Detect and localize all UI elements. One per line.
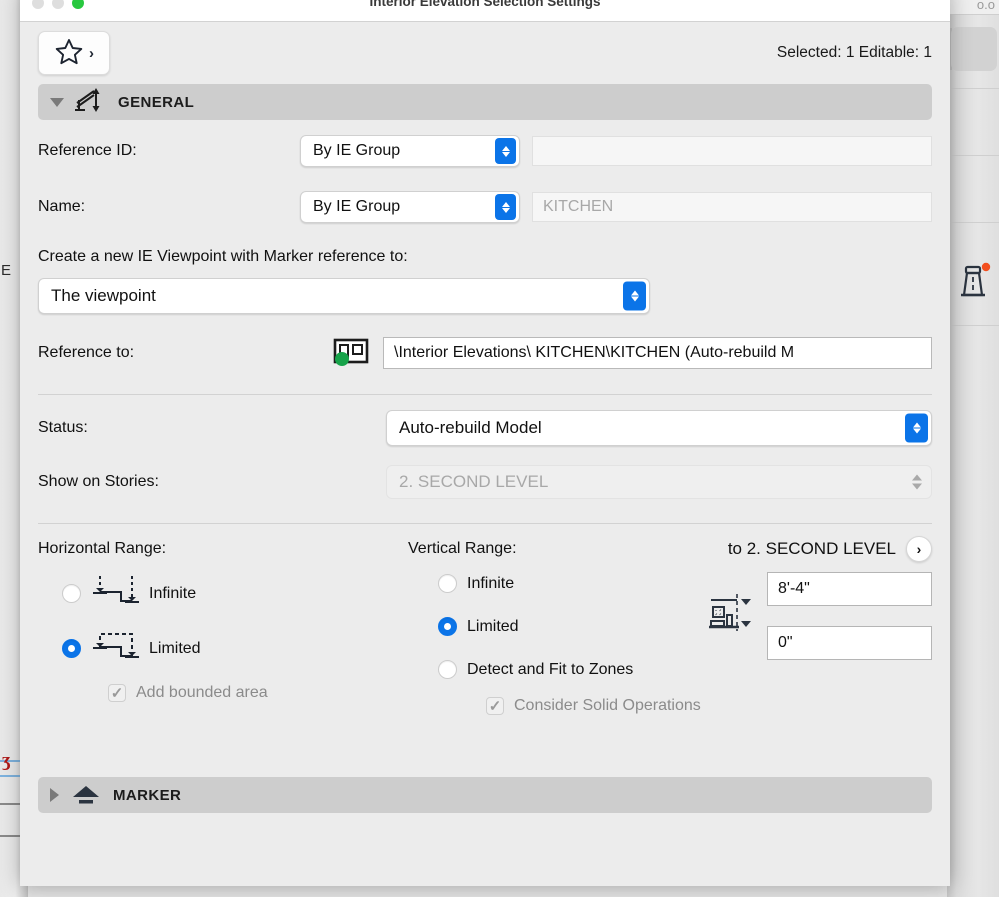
row-reference-to: Reference to: \Interior Elevations\ KITC…: [38, 334, 932, 372]
star-icon: [54, 37, 84, 70]
vertical-range-group: Vertical Range: Infinite Limited Detect …: [408, 540, 701, 715]
vertical-limited-option[interactable]: Limited: [438, 617, 701, 636]
row-status: Status: Auto-rebuild Model: [38, 409, 932, 447]
reference-to-input[interactable]: \Interior Elevations\ KITCHEN\KITCHEN (A…: [383, 337, 932, 369]
vertical-range-icon: [707, 591, 753, 642]
vertical-dimensions: 8'-4" 0": [707, 572, 932, 660]
reference-to-value: \Interior Elevations\ KITCHEN\KITCHEN (A…: [394, 344, 795, 361]
name-input[interactable]: KITCHEN: [532, 192, 932, 222]
show-on-stories-value: 2. SECOND LEVEL: [399, 472, 549, 491]
vertical-bottom-input[interactable]: 0": [767, 626, 932, 660]
favorites-button[interactable]: ›: [38, 31, 110, 75]
horizontal-infinite-label: Infinite: [149, 584, 197, 602]
horizontal-limited-radio[interactable]: [62, 639, 81, 658]
horizontal-limited-label: Limited: [149, 639, 201, 657]
section-title-marker: MARKER: [113, 786, 182, 804]
reference-to-label: Reference to:: [38, 344, 135, 361]
reference-id-popup-value: By IE Group: [313, 142, 401, 159]
consider-solid-operations-option: ✓ Consider Solid Operations: [486, 697, 701, 715]
vertical-detect-zones-label: Detect and Fit to Zones: [467, 660, 634, 678]
show-on-stories-popup: 2. SECOND LEVEL: [386, 465, 932, 499]
name-input-placeholder: KITCHEN: [543, 198, 614, 215]
section-header-general[interactable]: GENERAL: [38, 84, 932, 120]
add-bounded-area-checkbox: ✓: [108, 684, 126, 702]
consider-solid-operations-checkbox: ✓: [486, 697, 504, 715]
selection-status: Selected: 1 Editable: 1: [776, 44, 932, 61]
horizontal-limited-option[interactable]: Limited: [62, 629, 268, 668]
vertical-limited-label: Limited: [467, 617, 519, 635]
story-link-label: to 2. SECOND LEVEL: [727, 539, 896, 558]
viewpoint-label: Create a new IE Viewpoint with Marker re…: [38, 248, 408, 265]
consider-solid-operations-label: Consider Solid Operations: [514, 697, 701, 714]
background-tool-button: [951, 27, 997, 71]
background-left-label: E: [1, 262, 12, 279]
viewpoint-popup[interactable]: The viewpoint: [38, 278, 650, 314]
chevron-updown-icon[interactable]: [495, 138, 516, 164]
row-viewpoint: The viewpoint: [38, 278, 932, 314]
horizontal-range-label: Horizontal Range:: [38, 540, 167, 557]
chevron-updown-icon: [912, 474, 922, 490]
status-popup[interactable]: Auto-rebuild Model: [386, 410, 932, 446]
vertical-detect-zones-radio[interactable]: [438, 660, 457, 679]
reference-id-input[interactable]: [532, 136, 932, 166]
chevron-right-icon[interactable]: ›: [906, 536, 932, 562]
interior-elevation-settings-dialog: Interior Elevation Selection Settings › …: [20, 0, 950, 886]
triangle-right-icon[interactable]: [50, 788, 59, 802]
background-top-label: o.o: [976, 0, 995, 12]
dialog-titlebar: Interior Elevation Selection Settings: [20, 0, 950, 22]
vertical-infinite-option[interactable]: Infinite: [438, 574, 701, 593]
dialog-body: › Selected: 1 Editable: 1 GENERAL Refere…: [20, 22, 950, 813]
favorites-chevron-icon: ›: [89, 44, 94, 62]
vertical-top-input[interactable]: 8'-4": [767, 572, 932, 606]
chevron-updown-icon[interactable]: [905, 413, 928, 443]
viewpoint-label-wrap: Create a new IE Viewpoint with Marker re…: [38, 248, 932, 266]
background-right-toolbar: o.o: [947, 0, 999, 897]
divider-1: [38, 394, 932, 395]
interior-elevation-icon: [74, 86, 108, 119]
vertical-detect-zones-option[interactable]: Detect and Fit to Zones: [438, 660, 701, 679]
section-title-general: GENERAL: [118, 93, 195, 111]
range-limited-icon: [91, 629, 139, 668]
lighthouse-icon: [950, 258, 996, 309]
background-left-red-glyph: ʒ: [2, 750, 11, 771]
layout-reference-icon[interactable]: [333, 336, 375, 371]
horizontal-infinite-option[interactable]: Infinite: [62, 574, 268, 613]
range-infinite-icon: [91, 574, 139, 613]
name-label: Name:: [38, 198, 86, 215]
reference-id-popup[interactable]: By IE Group: [300, 135, 520, 167]
chevron-updown-icon[interactable]: [495, 194, 516, 220]
vertical-infinite-label: Infinite: [467, 574, 515, 592]
section-header-marker[interactable]: MARKER: [38, 777, 932, 813]
name-popup[interactable]: By IE Group: [300, 191, 520, 223]
viewpoint-popup-value: The viewpoint: [51, 286, 156, 305]
row-show-on-stories: Show on Stories: 2. SECOND LEVEL: [38, 463, 932, 501]
reference-id-label: Reference ID:: [38, 142, 137, 159]
dialog-toolbar: › Selected: 1 Editable: 1: [20, 22, 950, 84]
vertical-bottom-value: 0": [778, 634, 793, 651]
horizontal-infinite-radio[interactable]: [62, 584, 81, 603]
horizontal-range-group: Horizontal Range: Infinite Limited ✓ Add…: [38, 540, 268, 702]
row-reference-id: Reference ID: By IE Group: [38, 132, 932, 170]
add-bounded-area-option: ✓ Add bounded area: [108, 684, 268, 702]
row-name: Name: By IE Group KITCHEN: [38, 188, 932, 226]
vertical-range-label: Vertical Range:: [408, 540, 517, 557]
marker-icon: [69, 780, 103, 811]
status-value: Auto-rebuild Model: [399, 418, 542, 437]
dialog-title: Interior Elevation Selection Settings: [369, 0, 601, 9]
add-bounded-area-label: Add bounded area: [136, 684, 268, 701]
ranges-area: Horizontal Range: Infinite Limited ✓ Add…: [38, 524, 932, 769]
name-popup-value: By IE Group: [313, 198, 401, 215]
vertical-infinite-radio[interactable]: [438, 574, 457, 593]
chevron-updown-icon[interactable]: [623, 281, 646, 311]
vertical-top-value: 8'-4": [778, 580, 810, 597]
story-link-row[interactable]: to 2. SECOND LEVEL ›: [728, 536, 932, 562]
triangle-down-icon[interactable]: [50, 97, 64, 107]
status-label: Status:: [38, 419, 88, 436]
vertical-limited-radio[interactable]: [438, 617, 457, 636]
show-on-stories-label: Show on Stories:: [38, 473, 159, 490]
